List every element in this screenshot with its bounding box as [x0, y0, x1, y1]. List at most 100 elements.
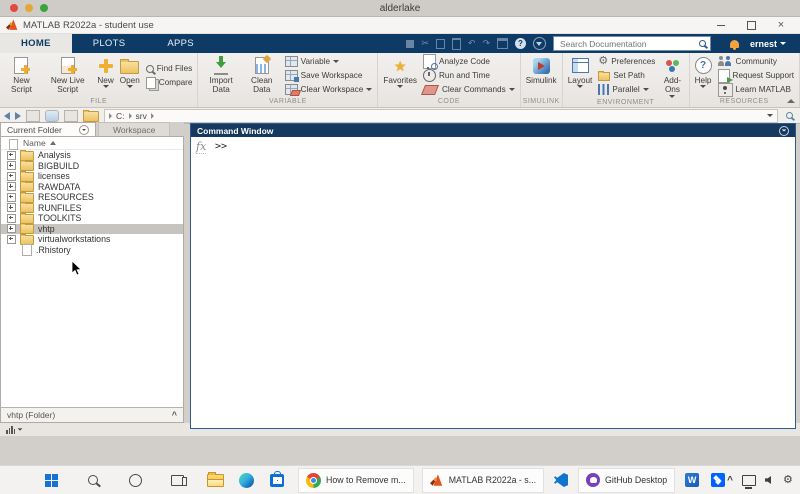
tab-apps[interactable]: APPS	[146, 34, 215, 53]
learn-matlab-button[interactable]: Learn MATLAB	[717, 82, 794, 97]
command-window-menu-icon[interactable]	[779, 125, 789, 136]
parallel-button[interactable]: Parallel	[598, 83, 655, 96]
panel-menu-icon[interactable]	[79, 124, 89, 135]
close-button[interactable]: ×	[766, 18, 796, 32]
github-desktop-button[interactable]: GitHub Desktop	[578, 467, 676, 493]
expand-icon[interactable]	[7, 203, 16, 213]
expand-icon[interactable]	[7, 182, 16, 192]
search-subfolders-icon[interactable]	[64, 109, 78, 122]
copy-icon[interactable]	[435, 38, 445, 49]
settings-gear-icon[interactable]: ⚙	[783, 474, 793, 486]
analyze-code-button[interactable]: Analyze Code	[422, 54, 515, 70]
start-button[interactable]	[42, 471, 60, 489]
restore-button[interactable]	[736, 18, 766, 32]
help-button[interactable]: ? Help	[692, 54, 715, 97]
run-and-time-button[interactable]: Run and Time	[422, 67, 515, 82]
status-widget-icon[interactable]	[6, 425, 15, 434]
tab-plots[interactable]: PLOTS	[72, 34, 147, 53]
taskbar-search-button[interactable]	[84, 471, 102, 489]
ribbon-collapse-button[interactable]	[787, 99, 795, 103]
expand-icon[interactable]	[7, 161, 16, 171]
favorites-button[interactable]: ★ Favorites	[380, 54, 420, 97]
address-dropdown-icon[interactable]	[767, 114, 773, 117]
cut-icon[interactable]: ✂	[421, 38, 429, 49]
command-window-body[interactable]: fx >>	[191, 137, 795, 428]
network-icon[interactable]	[741, 474, 756, 489]
new-button[interactable]: New	[94, 54, 116, 97]
volume-icon[interactable]	[764, 476, 771, 484]
task-view-button[interactable]	[168, 471, 187, 489]
cortana-button[interactable]	[126, 471, 144, 489]
up-one-level-icon[interactable]	[45, 109, 59, 122]
redo-icon[interactable]: ↷	[482, 38, 490, 49]
tree-item-toolkits[interactable]: TOOLKITS	[1, 212, 183, 224]
back-icon[interactable]	[4, 111, 10, 120]
file-explorer-button[interactable]	[206, 471, 224, 489]
store-button[interactable]	[268, 470, 286, 489]
add-ons-button[interactable]: Add-Ons	[658, 54, 686, 98]
tab-current-folder[interactable]: Current Folder	[0, 122, 96, 136]
tree-item-rhistory[interactable]: .Rhistory	[1, 243, 183, 256]
new-live-script-button[interactable]: New Live Script	[41, 54, 94, 97]
expand-icon[interactable]	[7, 171, 16, 181]
save-workspace-button[interactable]: Save Workspace	[284, 69, 373, 82]
request-support-button[interactable]: Request Support	[717, 68, 794, 83]
forward-icon[interactable]	[15, 111, 21, 120]
preferences-button[interactable]: ⚙ Preferences	[598, 55, 655, 68]
clear-commands-button[interactable]: Clear Commands	[420, 83, 515, 96]
user-menu[interactable]: ernest	[750, 39, 792, 49]
tree-item-licenses[interactable]: licenses	[1, 170, 183, 182]
address-search-icon[interactable]	[786, 112, 793, 119]
paste-icon[interactable]	[451, 37, 461, 50]
tab-workspace[interactable]: Workspace	[98, 122, 171, 136]
command-prompt[interactable]: >>	[215, 141, 227, 152]
clean-data-button[interactable]: Clean Data	[242, 54, 282, 97]
open-button[interactable]: Open	[117, 54, 143, 97]
variable-button[interactable]: Variable	[284, 55, 373, 68]
tab-home[interactable]: HOME	[0, 34, 72, 53]
expand-icon[interactable]	[7, 234, 16, 244]
word-button[interactable]: W	[683, 471, 701, 489]
command-window-header[interactable]: Command Window	[191, 124, 795, 137]
expand-icon[interactable]	[7, 150, 16, 160]
tree-item-vhtp-selected[interactable]: vhtp	[1, 223, 183, 235]
expand-icon[interactable]	[7, 192, 16, 202]
expand-icon[interactable]	[7, 213, 16, 223]
breadcrumb-drive[interactable]: C:	[116, 111, 125, 121]
expand-icon[interactable]	[7, 224, 16, 234]
details-bar[interactable]: vhtp (Folder) ^	[0, 407, 184, 423]
browse-folder-icon[interactable]	[26, 109, 40, 122]
layout-button[interactable]: Layout	[565, 54, 596, 98]
import-data-button[interactable]: Import Data	[200, 54, 241, 97]
minimize-button[interactable]	[706, 18, 736, 32]
search-documentation-box[interactable]	[552, 36, 711, 51]
breadcrumb[interactable]: C: srv	[104, 108, 778, 123]
edge-button[interactable]	[237, 471, 255, 489]
print-icon[interactable]	[496, 38, 508, 49]
dropbox-button[interactable]	[709, 471, 727, 489]
tree-item-analysis[interactable]: Analysis	[1, 149, 183, 161]
undo-icon[interactable]: ↶	[468, 38, 476, 49]
search-documentation-input[interactable]	[557, 37, 699, 50]
tree-item-runfiles[interactable]: RUNFILES	[1, 202, 183, 214]
breadcrumb-folder[interactable]: srv	[136, 111, 147, 121]
compare-button[interactable]: Compare	[145, 76, 192, 89]
vscode-button[interactable]	[552, 471, 570, 489]
tray-expand-icon[interactable]: ^	[727, 475, 733, 486]
clear-workspace-button[interactable]: Clear Workspace	[284, 83, 373, 96]
find-files-button[interactable]: Find Files	[145, 62, 193, 75]
qat-menu-icon[interactable]	[532, 37, 546, 50]
notification-bell-icon[interactable]	[729, 39, 739, 50]
simulink-button[interactable]: Simulink	[523, 54, 560, 97]
community-button[interactable]: Community	[717, 55, 794, 68]
fx-icon[interactable]: fx	[196, 140, 207, 154]
matlab-window-button[interactable]: MATLAB R2022a - s...	[421, 467, 545, 493]
new-script-button[interactable]: New Script	[2, 54, 41, 97]
chrome-window-button[interactable]: How to Remove m...	[298, 467, 414, 493]
tree-item-resources[interactable]: RESOURCES	[1, 191, 183, 203]
save-icon[interactable]	[406, 39, 415, 48]
collapse-details-icon[interactable]: ^	[172, 410, 177, 420]
help-circle-icon[interactable]: ?	[514, 38, 526, 49]
tree-item-rawdata[interactable]: RAWDATA	[1, 181, 183, 193]
tree-item-bigbuild[interactable]: BIGBUILD	[1, 160, 183, 172]
